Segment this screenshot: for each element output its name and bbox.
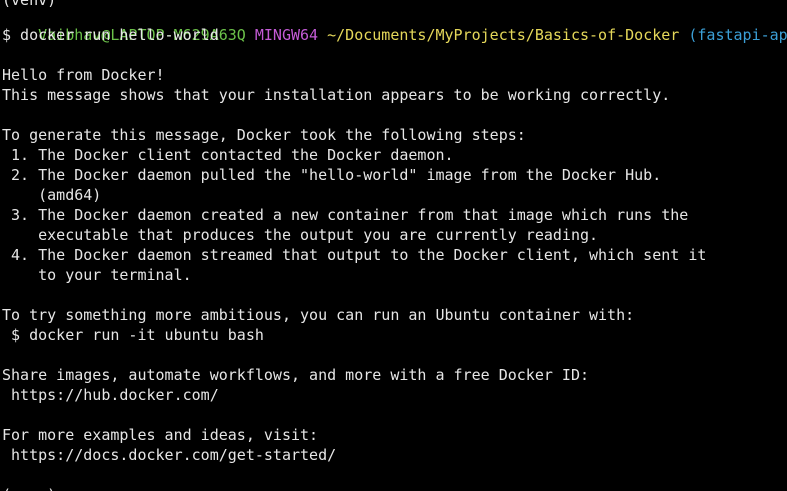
output-line: This message shows that your installatio…: [2, 86, 671, 104]
output-line: To generate this message, Docker took th…: [2, 126, 526, 144]
output-line: https://hub.docker.com/: [2, 386, 219, 404]
output-line: (venv): [2, 485, 56, 491]
output-line: Share images, automate workflows, and mo…: [2, 366, 589, 384]
output-line: 4. The Docker daemon streamed that outpu…: [2, 246, 707, 264]
prompt-path: ~/Documents/MyProjects/Basics-of-Docker: [327, 26, 680, 44]
output-line: 1. The Docker client contacted the Docke…: [2, 146, 454, 164]
prompt-line: Vaibhav@LAPTOP-M629A63Q MINGW64 ~/Docume…: [2, 5, 787, 44]
output-line: To try something more ambitious, you can…: [2, 306, 635, 324]
output-line: Hello from Docker!: [2, 66, 165, 84]
output-line: (amd64): [2, 186, 102, 204]
output-line: 3. The Docker daemon created a new conta…: [2, 206, 689, 224]
command-line: $ docker run hello-world: [2, 26, 219, 44]
output-line: For more examples and ideas, visit:: [2, 426, 319, 444]
prompt-branch: (fastapi-app): [688, 26, 787, 44]
prompt-shell: MINGW64: [254, 26, 319, 44]
terminal-window[interactable]: (venv) Vaibhav@LAPTOP-M629A63Q MINGW64 ~…: [0, 0, 787, 491]
output-line: to your terminal.: [2, 266, 192, 284]
output-line: https://docs.docker.com/get-started/: [2, 446, 337, 464]
output-line: executable that produces the output you …: [2, 226, 599, 244]
output-line: 2. The Docker daemon pulled the "hello-w…: [2, 166, 662, 184]
output-line: $ docker run -it ubuntu bash: [2, 326, 264, 344]
